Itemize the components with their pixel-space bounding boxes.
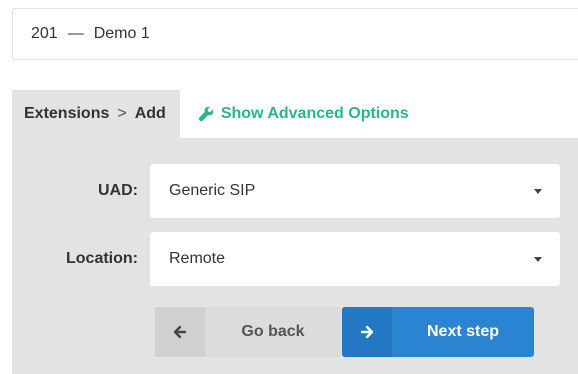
show-advanced-options-link[interactable]: Show Advanced Options [180,90,409,138]
add-extension-panel: UAD: Generic SIP Location: Remote Go bac… [12,138,578,374]
location-label: Location: [66,250,138,267]
location-select-value: Remote [169,250,226,267]
show-advanced-options-label: Show Advanced Options [220,105,409,122]
caret-down-icon [534,256,542,262]
extension-title-bar: 201 — Demo 1 [12,8,578,60]
location-row: Location: Remote [12,232,578,286]
go-back-label: Go back [241,323,305,340]
extension-number: 201 [31,25,58,42]
breadcrumb-extensions[interactable]: Extensions [24,105,109,123]
title-separator: — [67,25,84,42]
uad-row: UAD: Generic SIP [12,164,578,218]
uad-label: UAD: [98,182,138,199]
next-step-button[interactable]: Next step [342,307,534,357]
next-step-label: Next step [426,323,500,340]
location-select[interactable]: Remote [150,232,560,286]
uad-select[interactable]: Generic SIP [150,164,560,218]
breadcrumb: Extensions > Add [12,90,180,138]
extension-name: Demo 1 [93,25,150,42]
uad-select-value: Generic SIP [169,182,256,199]
arrow-left-icon [155,307,205,357]
go-back-button[interactable]: Go back [155,307,341,357]
breadcrumb-separator: > [117,105,127,122]
arrow-right-icon [342,307,392,357]
tab-row: Extensions > Add Show Advanced Options [12,90,409,138]
breadcrumb-current: Add [134,105,166,122]
wrench-icon [198,106,214,122]
caret-down-icon [534,188,542,194]
